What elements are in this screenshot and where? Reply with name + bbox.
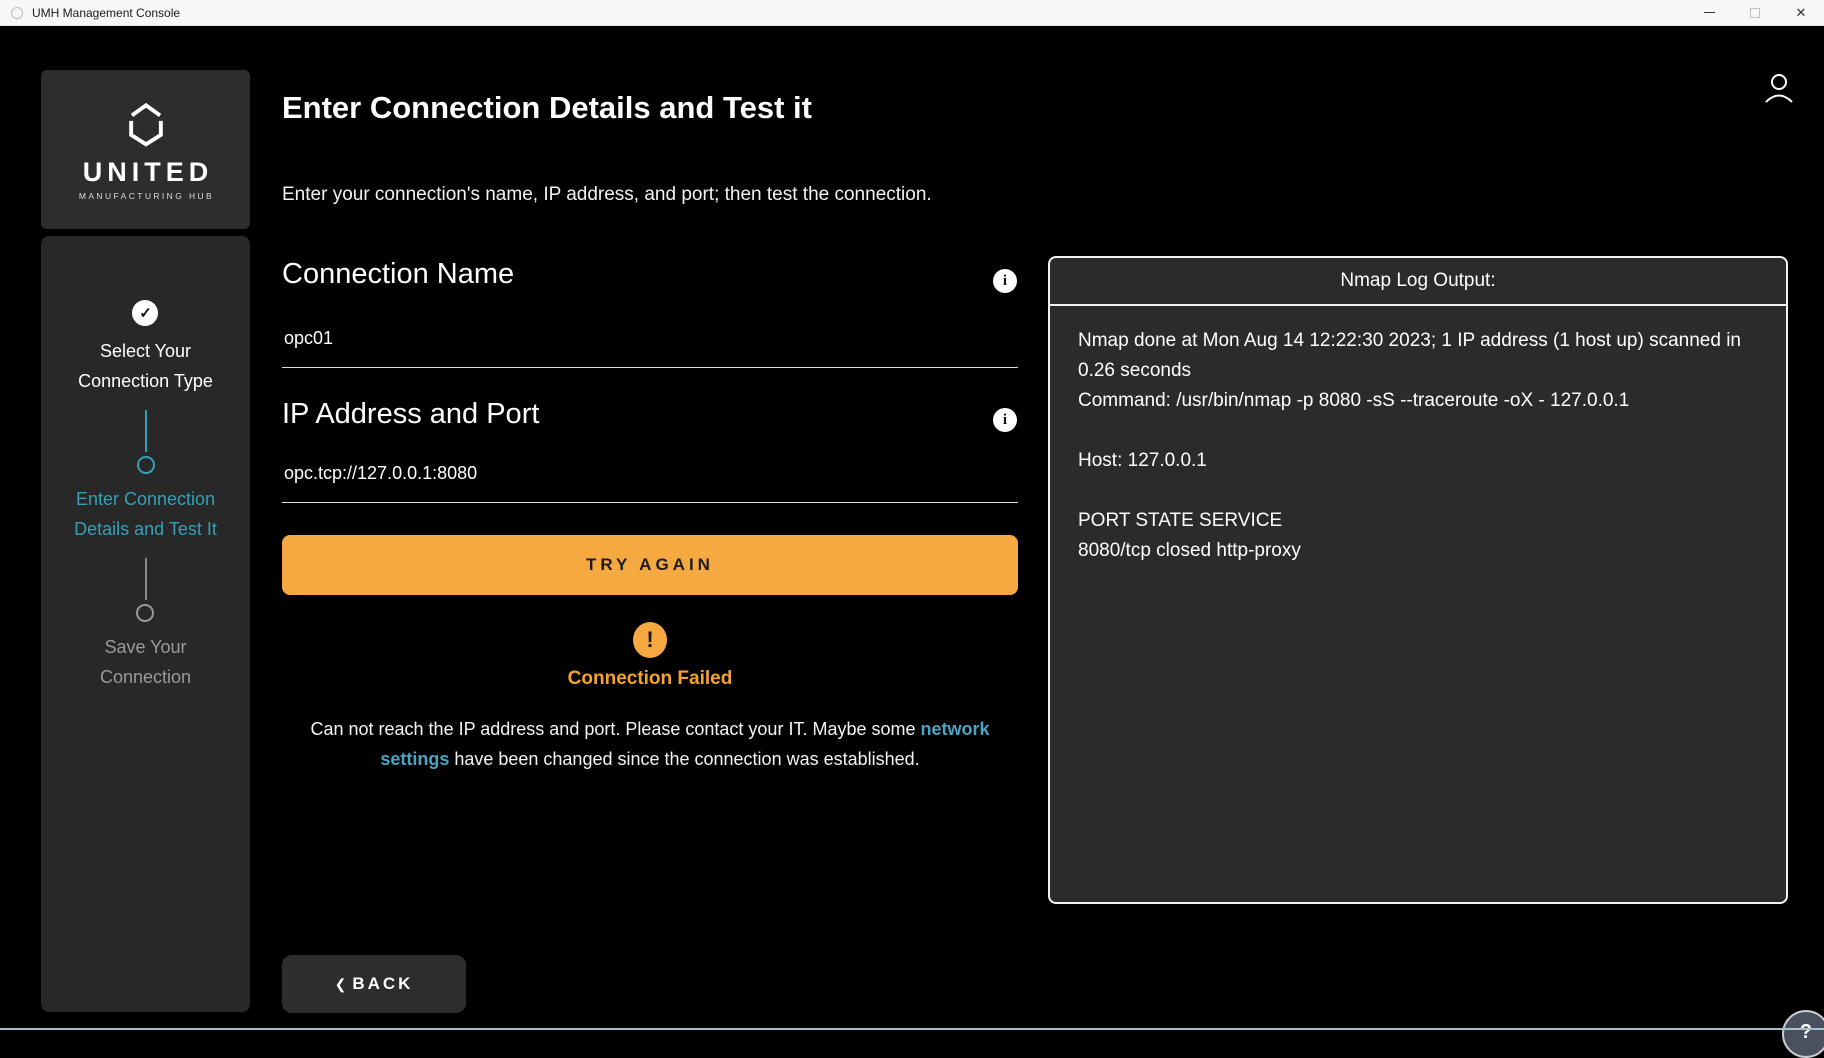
- nmap-log-line: [1078, 476, 1758, 506]
- step-label: Details and Test It: [74, 514, 217, 544]
- step-label: Enter Connection: [76, 484, 215, 514]
- ip-address-info-icon[interactable]: i: [993, 408, 1017, 432]
- try-again-button[interactable]: TRY AGAIN: [282, 535, 1018, 595]
- maximize-icon: [1750, 8, 1760, 18]
- app-icon: [11, 7, 23, 19]
- connection-name-label: Connection Name: [282, 258, 514, 291]
- nmap-log-line: Command: /usr/bin/nmap -p 8080 -sS --tra…: [1078, 386, 1758, 416]
- stepper-connector: [145, 558, 147, 600]
- connection-name-info-icon[interactable]: i: [993, 269, 1017, 293]
- brand-name: UNITED: [83, 157, 214, 188]
- user-account-icon[interactable]: [1760, 70, 1798, 108]
- step-label: Connection: [100, 662, 191, 692]
- warning-exclamation-icon: !: [633, 622, 667, 658]
- window-controls: ✕: [1686, 0, 1824, 25]
- maximize-button[interactable]: [1732, 0, 1778, 25]
- ip-address-label: IP Address and Port: [282, 398, 539, 431]
- connection-failed-status: Connection Failed: [282, 668, 1018, 690]
- step-enter-connection-details: Enter Connection Details and Test It: [74, 456, 217, 544]
- brand-logo-panel: UNITED MANUFACTURING HUB: [41, 70, 250, 229]
- nmap-log-panel: Nmap Log Output: Nmap done at Mon Aug 14…: [1048, 256, 1788, 904]
- step-save-your-connection: Save Your Connection: [100, 604, 191, 692]
- nmap-log-line: PORT STATE SERVICE: [1078, 506, 1758, 536]
- connection-name-input[interactable]: [282, 316, 1018, 368]
- step-label: Select Your: [100, 336, 191, 366]
- brand-tagline: MANUFACTURING HUB: [79, 191, 214, 201]
- page-subtitle: Enter your connection's name, IP address…: [282, 184, 932, 206]
- nmap-log-header: Nmap Log Output:: [1050, 258, 1786, 306]
- nmap-log-body: Nmap done at Mon Aug 14 12:22:30 2023; 1…: [1050, 306, 1786, 586]
- step-current-circle-icon: [137, 456, 155, 474]
- page-title: Enter Connection Details and Test it: [282, 90, 812, 126]
- wizard-stepper: ✓ Select Your Connection Type Enter Conn…: [41, 236, 250, 1012]
- nmap-log-line: [1078, 416, 1758, 446]
- nmap-log-line: 8080/tcp closed http-proxy: [1078, 536, 1758, 566]
- status-message-text: Can not reach the IP address and port. P…: [310, 719, 920, 739]
- stepper-connector: [145, 410, 147, 452]
- step-label: Save Your: [104, 632, 186, 662]
- status-message-text: have been changed since the connection w…: [449, 749, 919, 769]
- nmap-log-line: Nmap done at Mon Aug 14 12:22:30 2023; 1…: [1078, 326, 1758, 386]
- hexagon-logo-icon: [121, 99, 171, 149]
- close-button[interactable]: ✕: [1778, 0, 1824, 25]
- nmap-log-line: Host: 127.0.0.1: [1078, 446, 1758, 476]
- app-window: UNITED MANUFACTURING HUB ✓ Select Your C…: [0, 26, 1824, 1030]
- step-label: Connection Type: [78, 366, 213, 396]
- back-button-label: BACK: [352, 974, 413, 994]
- help-button[interactable]: ?: [1782, 1010, 1824, 1058]
- step-select-connection-type: ✓ Select Your Connection Type: [78, 300, 213, 396]
- status-message: Can not reach the IP address and port. P…: [282, 714, 1018, 774]
- ip-address-input[interactable]: [282, 451, 1018, 503]
- minimize-icon: [1704, 12, 1715, 13]
- chevron-left-icon: ❮: [335, 976, 347, 993]
- minimize-button[interactable]: [1686, 0, 1732, 25]
- close-icon: ✕: [1796, 6, 1807, 19]
- title-bar: UMH Management Console ✕: [0, 0, 1824, 26]
- step-completed-check-icon: ✓: [132, 300, 158, 326]
- window-title: UMH Management Console: [32, 6, 180, 20]
- step-upcoming-circle-icon: [136, 604, 154, 622]
- back-button[interactable]: ❮ BACK: [282, 955, 466, 1013]
